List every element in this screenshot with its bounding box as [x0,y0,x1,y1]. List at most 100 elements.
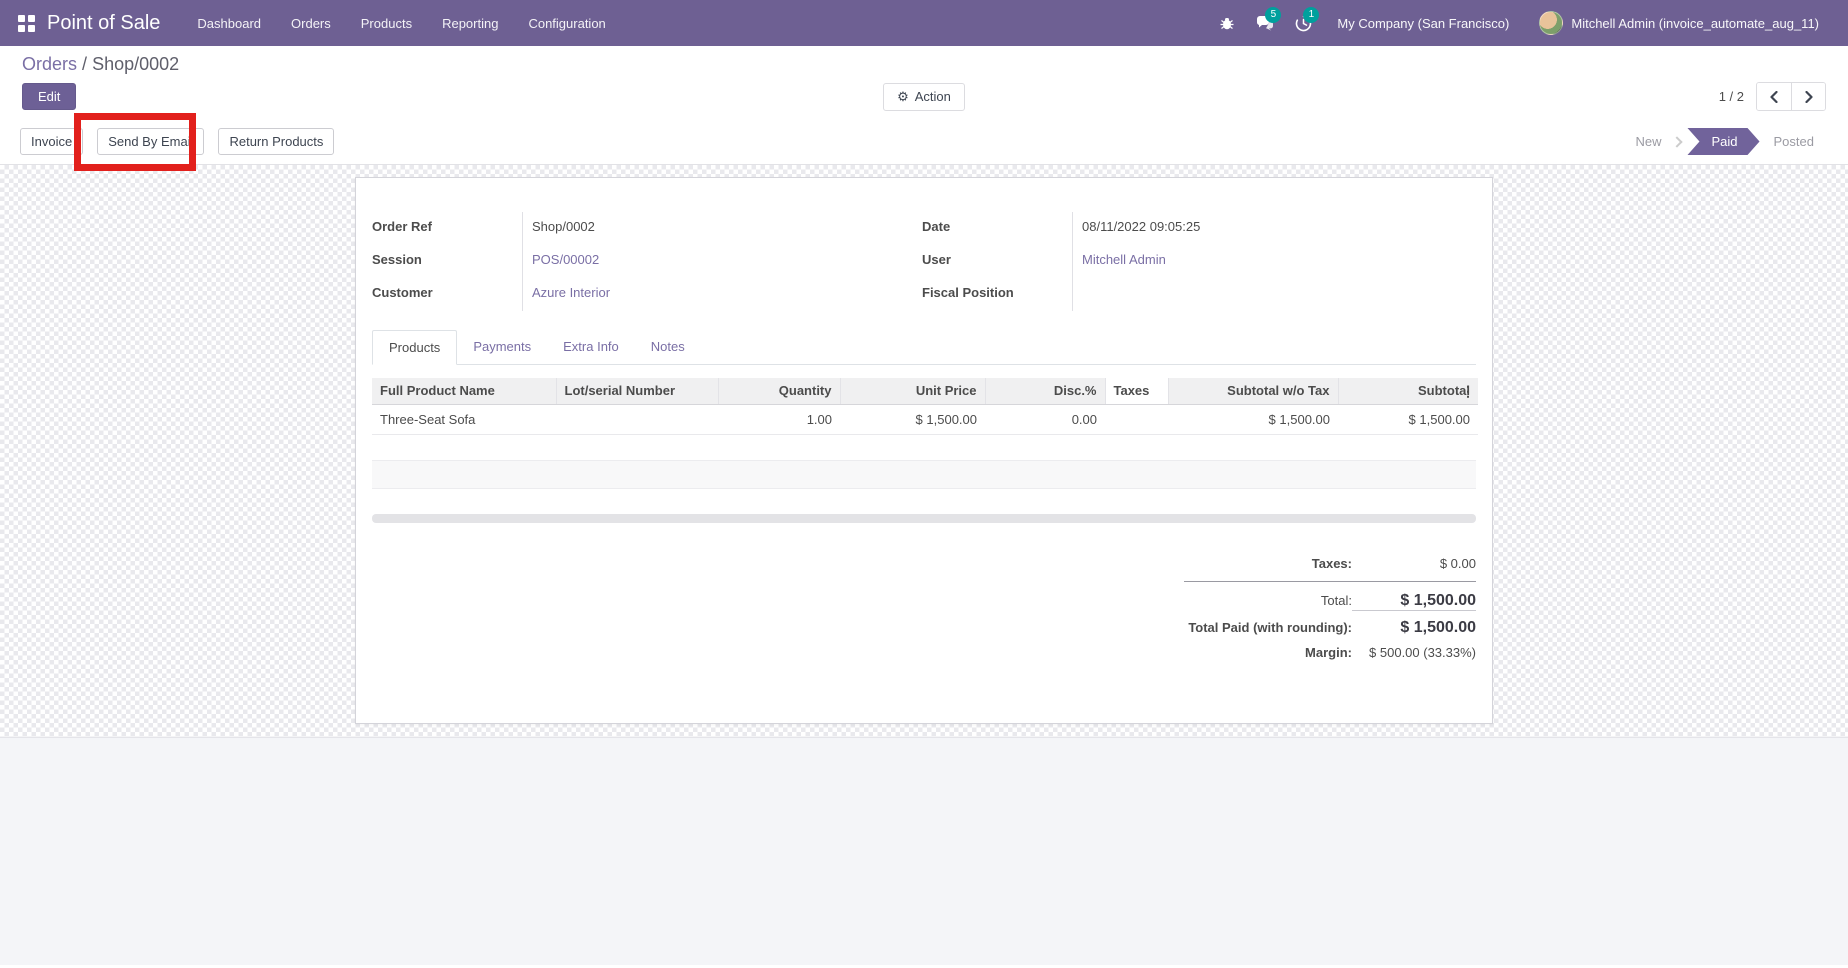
field-group-left: Order Ref Shop/0002 Session POS/00002 Cu… [372,212,922,311]
status-chevron-icon [1672,136,1683,147]
customer-label: Customer [372,278,523,311]
status-new[interactable]: New [1625,134,1671,149]
session-value-link[interactable]: POS/00002 [523,245,922,278]
top-navbar: Point of Sale Dashboard Orders Products … [0,0,1848,46]
bug-icon [1219,15,1235,31]
menu-orders[interactable]: Orders [276,0,346,46]
edit-button[interactable]: Edit [22,83,76,110]
col-quantity[interactable]: Quantity [718,378,840,404]
customer-value-link[interactable]: Azure Interior [523,278,922,311]
company-switcher[interactable]: My Company (San Francisco) [1324,0,1522,46]
cell-subtotal-wo-tax[interactable]: $ 1,500.00 [1168,404,1338,434]
breadcrumb-separator: / [82,54,87,74]
taxes-total-label: Taxes: [1312,556,1352,571]
status-paid[interactable]: Paid [1687,128,1759,155]
cell-discount[interactable]: 0.00 [985,404,1105,434]
invoice-button[interactable]: Invoice [20,128,83,155]
action-button[interactable]: ⚙ Action [883,83,965,111]
messages-count-badge: 5 [1265,7,1281,23]
pager-previous-button[interactable] [1757,83,1791,110]
return-products-button[interactable]: Return Products [218,128,334,155]
date-value: 08/11/2022 09:05:25 [1073,212,1472,245]
breadcrumb-current: Shop/0002 [92,54,179,74]
total-paid-label: Total Paid (with rounding): [1188,620,1352,635]
table-header-row: Full Product Name Lot/serial Number Quan… [372,378,1478,404]
order-ref-label: Order Ref [372,212,523,245]
totals-block: Taxes: $ 0.00 Total: $ 1,500.00 Total Pa… [1184,552,1476,664]
chevron-left-icon [1769,91,1779,103]
cell-subtotal[interactable]: $ 1,500.00 [1338,404,1478,434]
company-name: My Company (San Francisco) [1337,16,1509,31]
col-taxes[interactable]: Taxes [1105,378,1168,404]
status-posted[interactable]: Posted [1764,134,1824,149]
cell-product[interactable]: Three-Seat Sofa [372,404,556,434]
optional-columns-kebab-icon[interactable]: ⋮ [1461,383,1475,400]
order-lines-table: Full Product Name Lot/serial Number Quan… [372,378,1478,435]
form-view-background: Order Ref Shop/0002 Session POS/00002 Cu… [0,165,1848,737]
status-pipeline: New Paid Posted [1625,128,1824,155]
col-lot-serial[interactable]: Lot/serial Number [556,378,718,404]
totals-divider [1184,581,1476,582]
activities-menu[interactable]: 1 [1286,0,1320,46]
table-row[interactable]: Three-Seat Sofa 1.00 $ 1,500.00 0.00 $ 1… [372,404,1478,434]
menu-configuration[interactable]: Configuration [513,0,620,46]
action-button-label: Action [915,89,951,104]
user-avatar [1539,11,1563,35]
col-subtotal-wo-tax[interactable]: Subtotal w/o Tax [1168,378,1338,404]
total-label: Total: [1321,593,1352,608]
cell-lot[interactable] [556,404,718,434]
field-group-right: Date 08/11/2022 09:05:25 User Mitchell A… [922,212,1472,311]
order-form-sheet: Order Ref Shop/0002 Session POS/00002 Cu… [355,177,1493,724]
horizontal-scrollbar[interactable] [372,514,1476,523]
date-label: Date [922,212,1073,245]
cell-taxes[interactable] [1105,404,1168,434]
app-brand[interactable]: Point of Sale [47,12,160,35]
gear-icon: ⚙ [897,89,909,105]
total-paid-value: $ 1,500.00 [1352,619,1476,637]
order-ref-value: Shop/0002 [523,212,922,245]
total-value: $ 1,500.00 [1352,592,1476,611]
user-name: Mitchell Admin (invoice_automate_aug_11) [1571,16,1819,31]
activities-count-badge: 1 [1303,7,1319,23]
col-discount[interactable]: Disc.% [985,378,1105,404]
margin-value: $ 500.00 (33.33%) [1352,645,1476,660]
taxes-total-value: $ 0.00 [1352,556,1476,571]
tab-products[interactable]: Products [372,330,457,365]
apps-menu-icon[interactable] [18,15,35,32]
fiscal-position-value[interactable] [1073,278,1472,311]
cell-quantity[interactable]: 1.00 [718,404,840,434]
pager-next-button[interactable] [1791,83,1825,110]
menu-products[interactable]: Products [346,0,427,46]
breadcrumb-orders-link[interactable]: Orders [22,54,77,74]
main-menu: Dashboard Orders Products Reporting Conf… [182,0,620,46]
pager: 1 / 2 [1719,82,1826,111]
messages-menu[interactable]: 5 [1248,0,1282,46]
control-panel: Orders / Shop/0002 Edit ⚙ Action 1 / 2 [0,46,1848,119]
send-by-email-button[interactable]: Send By Email [97,128,204,155]
chevron-right-icon [1804,91,1814,103]
pager-count: 1 / 2 [1719,89,1744,104]
debug-bug-icon[interactable] [1210,0,1244,46]
tab-extra-info[interactable]: Extra Info [547,330,635,365]
fiscal-position-label: Fiscal Position [922,278,1073,311]
col-subtotal[interactable]: Subtotal ⋮ [1338,378,1478,404]
empty-row [372,489,1476,514]
breadcrumb: Orders / Shop/0002 [22,54,1826,75]
user-menu[interactable]: Mitchell Admin (invoice_automate_aug_11) [1526,0,1832,46]
empty-row-striped [372,460,1476,489]
footer-empty-area [0,737,1848,965]
col-unit-price[interactable]: Unit Price [840,378,985,404]
col-full-product-name[interactable]: Full Product Name [372,378,556,404]
statusbar: Invoice Send By Email Return Products Ne… [0,119,1848,165]
user-value-link[interactable]: Mitchell Admin [1073,245,1472,278]
notebook-tabs: Products Payments Extra Info Notes [372,330,1476,365]
cell-unit-price[interactable]: $ 1,500.00 [840,404,985,434]
session-label: Session [372,245,523,278]
menu-reporting[interactable]: Reporting [427,0,513,46]
tab-payments[interactable]: Payments [457,330,547,365]
empty-row [372,435,1476,460]
tab-notes[interactable]: Notes [635,330,701,365]
menu-dashboard[interactable]: Dashboard [182,0,276,46]
user-label: User [922,245,1073,278]
margin-label: Margin: [1305,645,1352,660]
